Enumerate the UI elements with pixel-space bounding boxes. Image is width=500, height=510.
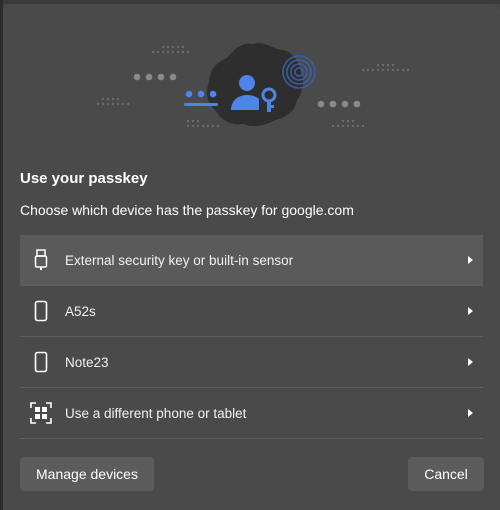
dialog-subtitle: Choose which device has the passkey for … xyxy=(20,202,354,218)
device-label: External security key or built-in sensor xyxy=(65,252,294,268)
passkey-illustration xyxy=(3,4,500,154)
phone-icon xyxy=(30,300,52,322)
device-option-different-phone[interactable]: Use a different phone or tablet xyxy=(20,388,483,439)
chevron-right-icon xyxy=(468,358,473,366)
dialog-title: Use your passkey xyxy=(20,170,148,187)
device-label: Use a different phone or tablet xyxy=(65,405,247,421)
phone-icon xyxy=(30,351,52,373)
chevron-right-icon xyxy=(468,307,473,315)
chevron-right-icon xyxy=(468,256,473,264)
device-label: A52s xyxy=(65,303,96,319)
qr-code-icon xyxy=(30,402,52,424)
device-option-security-key[interactable]: External security key or built-in sensor xyxy=(20,235,483,286)
manage-devices-button[interactable]: Manage devices xyxy=(20,457,154,491)
device-label: Note23 xyxy=(65,354,109,370)
device-option-a52s[interactable]: A52s xyxy=(20,286,483,337)
passkey-dialog: Use your passkey Choose which device has… xyxy=(3,4,500,510)
usb-key-icon xyxy=(30,249,52,271)
cancel-button[interactable]: Cancel xyxy=(408,457,484,491)
device-option-note23[interactable]: Note23 xyxy=(20,337,483,388)
chevron-right-icon xyxy=(468,409,473,417)
device-list: External security key or built-in sensor… xyxy=(20,235,483,439)
